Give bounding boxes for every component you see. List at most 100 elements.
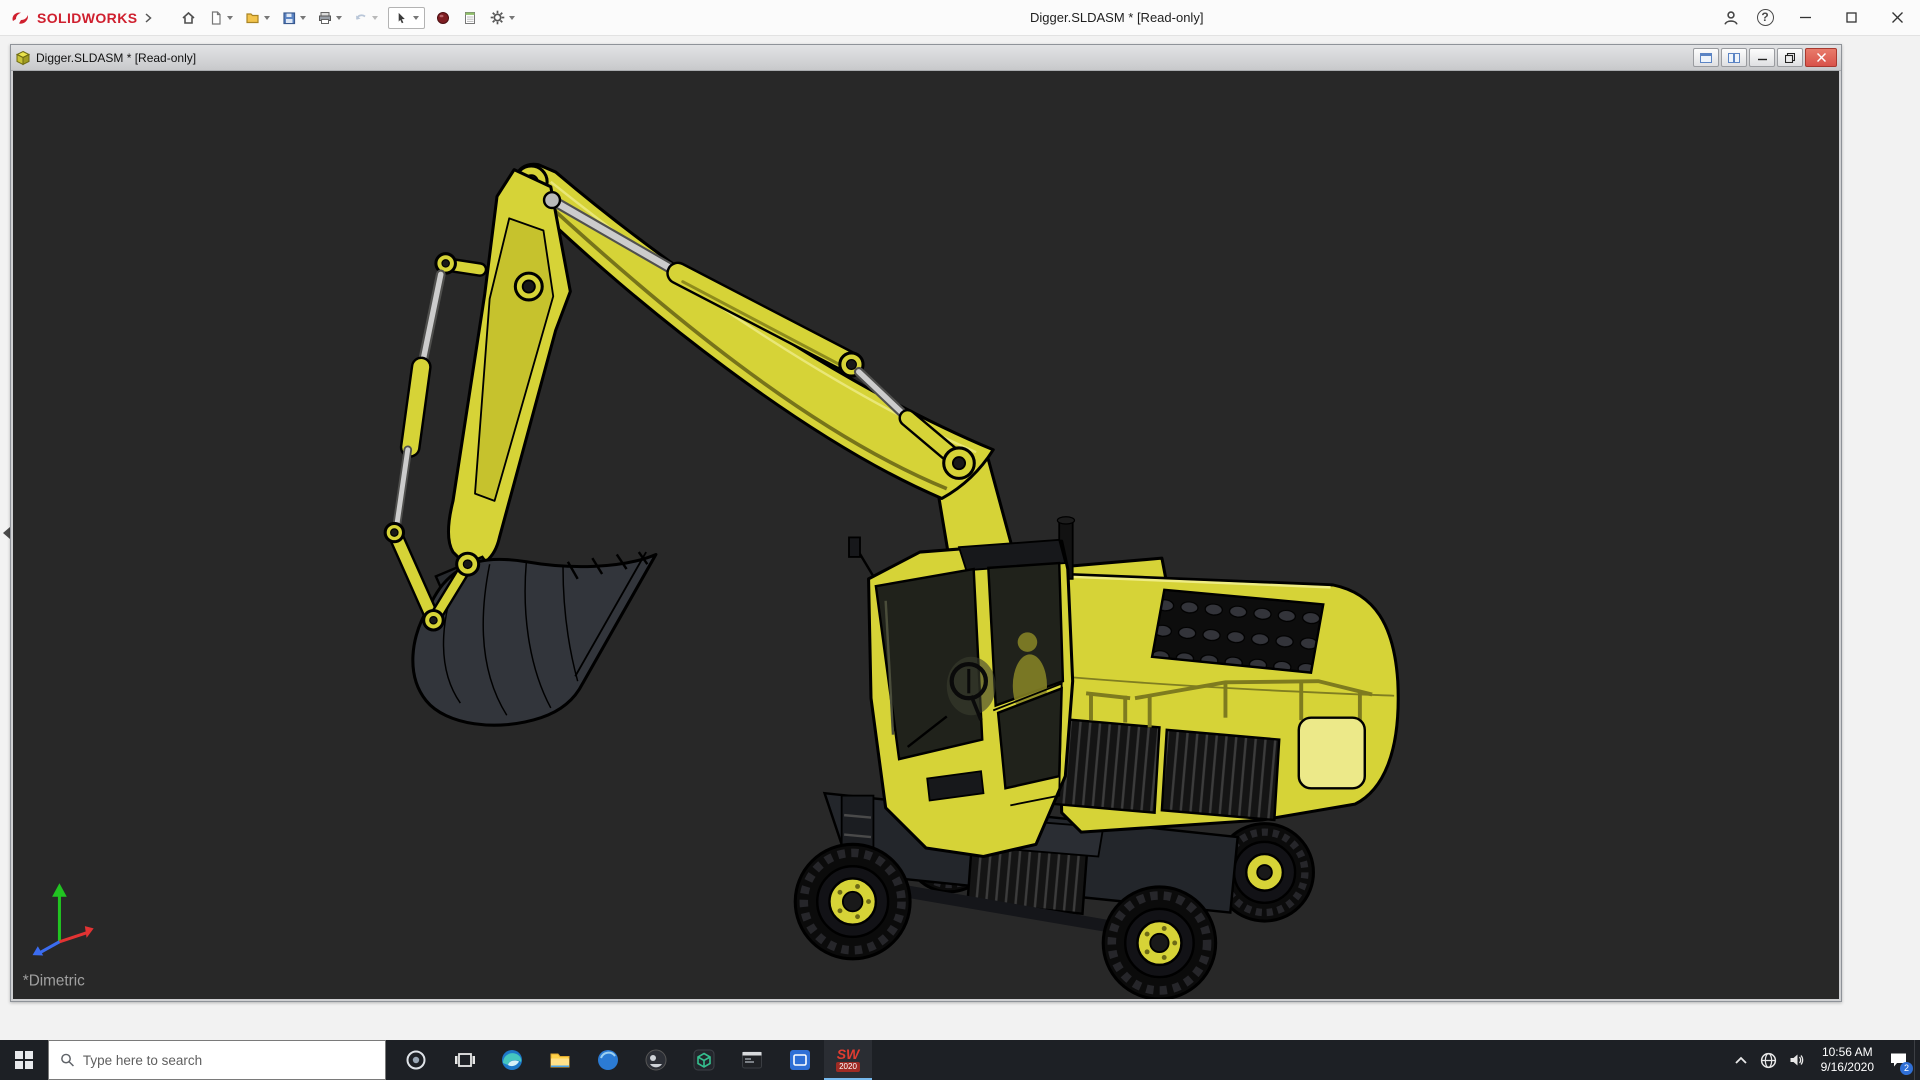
search-input[interactable] xyxy=(83,1053,374,1068)
system-tray: 10:56 AM 9/16/2020 2 xyxy=(1728,1040,1920,1080)
network-globe-icon xyxy=(1760,1052,1777,1069)
windows-start-icon xyxy=(15,1051,33,1069)
settings-dropdown-caret[interactable] xyxy=(509,16,515,20)
app-titlebar-controls: ? xyxy=(1714,0,1920,36)
document-titlebar[interactable]: Digger.SLDASM * [Read-only] xyxy=(11,45,1841,71)
dark-circle-app-button[interactable] xyxy=(632,1040,680,1080)
open-icon xyxy=(244,10,261,26)
search-icon xyxy=(60,1052,75,1068)
action-center-button[interactable]: 2 xyxy=(1883,1040,1914,1080)
undo-dropdown-caret[interactable] xyxy=(372,16,378,20)
select-tool-button[interactable] xyxy=(388,7,425,29)
sphere-tool-button[interactable] xyxy=(431,7,455,29)
cube-app-icon xyxy=(692,1048,716,1072)
help-button[interactable]: ? xyxy=(1748,0,1782,36)
minimize-icon xyxy=(1758,53,1767,62)
network-button[interactable] xyxy=(1754,1040,1783,1080)
solidworks-icon-year: 2020 xyxy=(836,1062,860,1072)
document-window-controls xyxy=(1693,48,1837,67)
taskbar-clock[interactable]: 10:56 AM 9/16/2020 xyxy=(1812,1045,1883,1075)
select-arrow-icon xyxy=(394,10,409,26)
close-icon xyxy=(1817,53,1826,62)
brand-name: SOLIDWORKS xyxy=(37,10,137,26)
settings-button[interactable] xyxy=(485,6,519,29)
blue-window-app-button[interactable] xyxy=(776,1040,824,1080)
document-restore-button[interactable] xyxy=(1777,48,1803,67)
account-button[interactable] xyxy=(1714,0,1748,36)
open-button[interactable] xyxy=(240,7,274,29)
document-window: Digger.SLDASM * [Read-only] xyxy=(10,44,1842,1002)
help-icon: ? xyxy=(1757,9,1774,26)
console-window-icon xyxy=(740,1048,764,1072)
start-button[interactable] xyxy=(0,1040,48,1080)
close-icon xyxy=(1892,12,1903,23)
document-title: Digger.SLDASM * [Read-only] xyxy=(36,51,1693,65)
graphics-area[interactable]: *Dimetric xyxy=(13,71,1839,999)
print-icon xyxy=(317,10,333,26)
left-arrow-icon xyxy=(3,527,10,539)
options-sheet-button[interactable] xyxy=(458,7,482,29)
new-document-dropdown-caret[interactable] xyxy=(227,16,233,20)
print-button[interactable] xyxy=(313,7,346,29)
solidworks-logo-icon xyxy=(10,10,32,26)
show-desktop-button[interactable] xyxy=(1914,1040,1920,1080)
assembly-document-icon xyxy=(15,50,31,66)
dark-circle-app-icon xyxy=(644,1048,668,1072)
blue-window-app-icon xyxy=(788,1048,812,1072)
file-explorer-button[interactable] xyxy=(536,1040,584,1080)
view-orientation-label: *Dimetric xyxy=(23,973,85,990)
maximize-icon xyxy=(1846,12,1857,23)
side-vent-2 xyxy=(1162,730,1279,820)
app-titlebar: SOLIDWORKS xyxy=(0,0,1920,36)
engine-grille xyxy=(1152,590,1323,673)
clock-time: 10:56 AM xyxy=(1821,1045,1874,1060)
cube-app-button[interactable] xyxy=(680,1040,728,1080)
save-button[interactable] xyxy=(277,7,310,29)
save-icon xyxy=(281,10,297,26)
sphere-icon xyxy=(435,10,451,26)
undo-button[interactable] xyxy=(349,7,382,29)
task-view-icon xyxy=(452,1048,476,1072)
blue-sphere-app-icon xyxy=(596,1048,620,1072)
window-layout-button-2[interactable] xyxy=(1721,48,1747,67)
select-tool-dropdown-caret[interactable] xyxy=(413,16,419,20)
edge-button[interactable] xyxy=(488,1040,536,1080)
brand-expand-chevron-icon[interactable] xyxy=(144,13,152,23)
open-dropdown-caret[interactable] xyxy=(264,16,270,20)
app-minimize-button[interactable] xyxy=(1782,0,1828,36)
blue-sphere-app-button[interactable] xyxy=(584,1040,632,1080)
home-icon xyxy=(180,10,197,26)
home-button[interactable] xyxy=(176,7,201,29)
split-window-icon xyxy=(1700,53,1712,63)
task-view-button[interactable] xyxy=(440,1040,488,1080)
taskbar-apps: SW 2020 xyxy=(392,1040,872,1080)
app-close-button[interactable] xyxy=(1874,0,1920,36)
settings-gear-icon xyxy=(489,9,506,26)
print-dropdown-caret[interactable] xyxy=(336,16,342,20)
app-maximize-button[interactable] xyxy=(1828,0,1874,36)
document-minimize-button[interactable] xyxy=(1749,48,1775,67)
speaker-icon xyxy=(1789,1052,1806,1068)
mirror xyxy=(849,537,860,556)
taskbar-search[interactable] xyxy=(48,1040,386,1080)
new-document-button[interactable] xyxy=(204,7,237,29)
window-layout-button-1[interactable] xyxy=(1693,48,1719,67)
undo-icon xyxy=(353,10,369,26)
taskbar: SW 2020 xyxy=(0,1040,1920,1080)
notification-badge: 2 xyxy=(1900,1062,1913,1075)
solidworks-taskbar-button[interactable]: SW 2020 xyxy=(824,1040,872,1080)
hidden-icons-button[interactable] xyxy=(1728,1040,1754,1080)
solidworks-icon: SW xyxy=(837,1048,860,1061)
cortana-button[interactable] xyxy=(392,1040,440,1080)
tile-window-icon xyxy=(1728,53,1740,63)
edge-icon xyxy=(500,1048,524,1072)
file-explorer-icon xyxy=(548,1048,572,1072)
save-dropdown-caret[interactable] xyxy=(300,16,306,20)
document-close-button[interactable] xyxy=(1805,48,1837,67)
console-window-button[interactable] xyxy=(728,1040,776,1080)
options-sheet-icon xyxy=(462,10,478,26)
account-person-icon xyxy=(1722,9,1740,27)
app-window-title: Digger.SLDASM * [Read-only] xyxy=(519,10,1714,25)
volume-button[interactable] xyxy=(1783,1040,1812,1080)
3d-model-viewport[interactable]: *Dimetric xyxy=(13,71,1839,999)
